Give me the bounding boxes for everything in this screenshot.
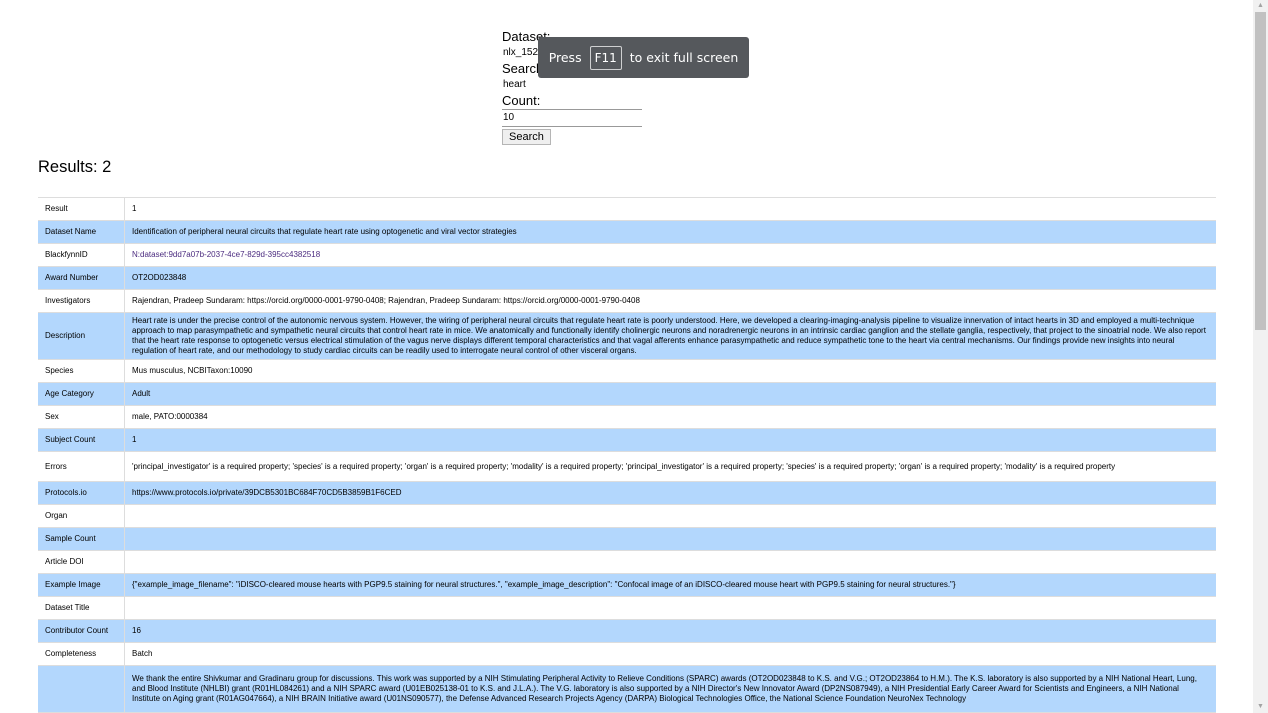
- row-key: Errors: [38, 451, 125, 482]
- row-value: Identification of peripheral neural circ…: [124, 220, 1216, 244]
- row-value: Mus musculus, NCBITaxon:10090: [124, 359, 1216, 383]
- table-row: Sex male, PATO:0000384: [38, 405, 1216, 429]
- table-row: We thank the entire Shivkumar and Gradin…: [38, 665, 1216, 713]
- row-key: [38, 665, 125, 713]
- scroll-down-arrow-icon[interactable]: ▼: [1253, 701, 1268, 713]
- row-key: Description: [38, 312, 125, 360]
- table-row: Investigators Rajendran, Pradeep Sundaram…: [38, 289, 1216, 313]
- fullscreen-toast: Press F11 to exit full screen: [538, 37, 749, 78]
- row-key: Subject Count: [38, 428, 125, 452]
- table-row: Description Heart rate is under the preci…: [38, 312, 1216, 360]
- row-value: 1: [124, 197, 1216, 221]
- toast-suffix: to exit full screen: [629, 50, 739, 65]
- row-key: Age Category: [38, 382, 125, 406]
- count-field[interactable]: 10: [502, 109, 642, 127]
- table-row: Award Number OT2OD023848: [38, 266, 1216, 290]
- row-key: Award Number: [38, 266, 125, 290]
- search-button[interactable]: Search: [502, 129, 551, 145]
- page: Dataset: nlx_152175-1 Search term: heart…: [0, 0, 1253, 713]
- f11-key: F11: [589, 45, 622, 70]
- table-row: Completeness Batch: [38, 642, 1216, 666]
- table-row: Species Mus musculus, NCBITaxon:10090: [38, 359, 1216, 383]
- row-value: Heart rate is under the precise control …: [124, 312, 1216, 360]
- row-value: 1: [124, 428, 1216, 452]
- row-value: 16: [124, 619, 1216, 643]
- row-key: Completeness: [38, 642, 125, 666]
- row-key: Contributor Count: [38, 619, 125, 643]
- row-value: https://www.protocols.io/private/39DCB53…: [124, 481, 1216, 505]
- table-row: Subject Count 1: [38, 428, 1216, 452]
- table-row: Example Image {"example_image_filename": …: [38, 573, 1216, 597]
- table-row: Dataset Name Identification of peripheral…: [38, 220, 1216, 244]
- table-row: Organ: [38, 504, 1216, 528]
- row-value: 'principal_investigator' is a required p…: [124, 451, 1216, 482]
- row-key: Organ: [38, 504, 125, 528]
- row-value: male, PATO:0000384: [124, 405, 1216, 429]
- row-key: Investigators: [38, 289, 125, 313]
- row-key: Result: [38, 197, 125, 221]
- row-key: Sample Count: [38, 527, 125, 551]
- scroll-up-arrow-icon[interactable]: ▲: [1253, 0, 1268, 12]
- scrollbar-thumb[interactable]: [1255, 12, 1266, 330]
- row-value: Batch: [124, 642, 1216, 666]
- count-label: Count:: [502, 93, 541, 108]
- row-value: We thank the entire Shivkumar and Gradin…: [124, 665, 1216, 713]
- table-row: Dataset Title: [38, 596, 1216, 620]
- row-value: Adult: [124, 382, 1216, 406]
- row-value: OT2OD023848: [124, 266, 1216, 290]
- row-value: [124, 596, 1216, 620]
- table-row: Age Category Adult: [38, 382, 1216, 406]
- results-title: Results: 2: [38, 158, 112, 176]
- row-value[interactable]: N:dataset:9dd7a07b-2037-4ce7-829d-395cc4…: [124, 243, 1216, 267]
- table-row: Sample Count: [38, 527, 1216, 551]
- row-value: Rajendran, Pradeep Sundaram: https://orc…: [124, 289, 1216, 313]
- row-key: Dataset Name: [38, 220, 125, 244]
- row-key: Protocols.io: [38, 481, 125, 505]
- search-term-field[interactable]: heart: [502, 77, 642, 93]
- row-key: Example Image: [38, 573, 125, 597]
- table-row: BlackfynnID N:dataset:9dd7a07b-2037-4ce7-…: [38, 243, 1216, 267]
- table-row: Errors'principal_investigator' is a requ…: [38, 451, 1216, 482]
- row-key: Dataset Title: [38, 596, 125, 620]
- table-row: Contributor Count 16: [38, 619, 1216, 643]
- vertical-scrollbar[interactable]: ▲ ▼: [1253, 0, 1268, 713]
- row-key: Species: [38, 359, 125, 383]
- results-table: Result 1 Dataset Name Identification of per…: [38, 197, 1216, 713]
- row-value: [124, 504, 1216, 528]
- row-key: BlackfynnID: [38, 243, 125, 267]
- row-key: Sex: [38, 405, 125, 429]
- table-row: Article DOI: [38, 550, 1216, 574]
- row-key: Article DOI: [38, 550, 125, 574]
- table-row: Protocols.io https://www.protocols.io/pri…: [38, 481, 1216, 505]
- row-value: [124, 550, 1216, 574]
- row-value: [124, 527, 1216, 551]
- row-value: {"example_image_filename": "iDISCO-clear…: [124, 573, 1216, 597]
- table-row: Result 1: [38, 197, 1216, 221]
- toast-prefix: Press: [548, 50, 582, 65]
